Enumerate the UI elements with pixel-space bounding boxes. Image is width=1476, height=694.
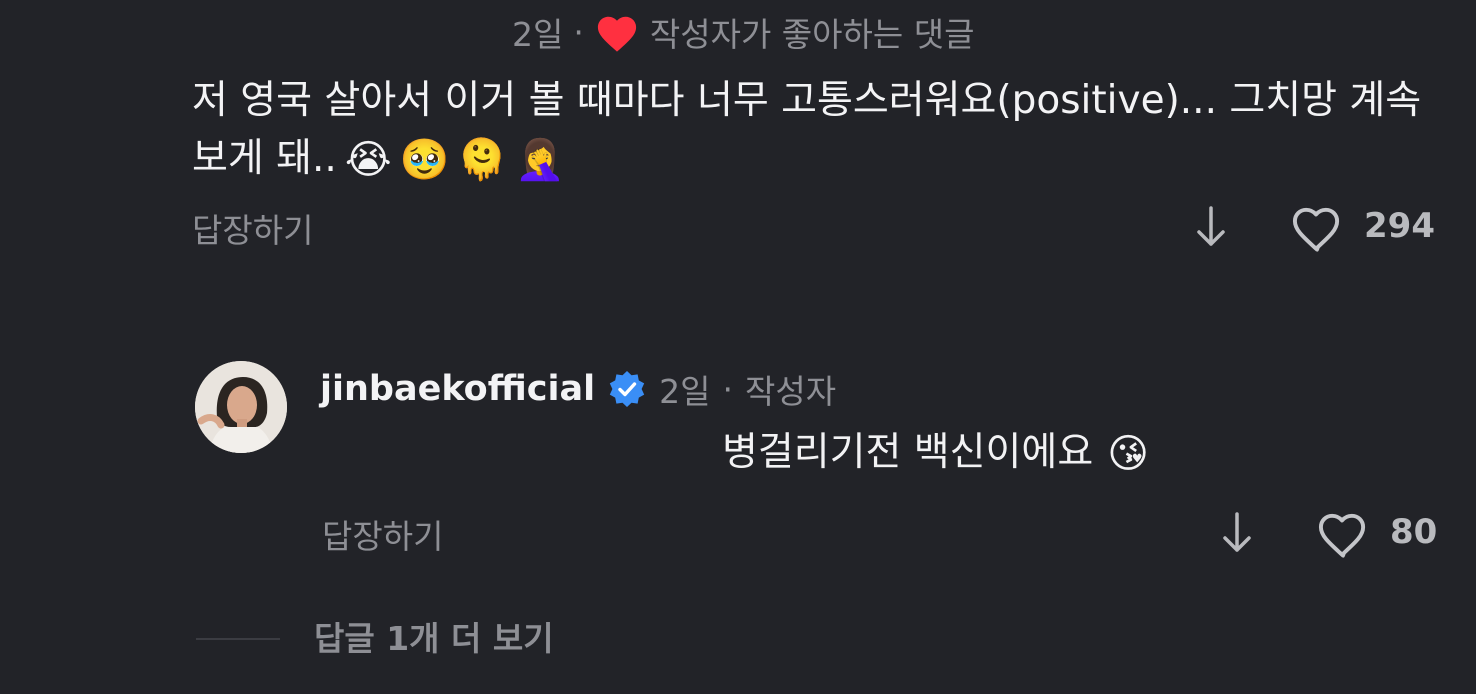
kissing-face-emoji: 😘 [1107, 431, 1149, 477]
downvote-arrow-icon[interactable] [1216, 508, 1258, 558]
avatar[interactable] [195, 361, 287, 453]
reply-button[interactable]: 답장하기 [322, 510, 443, 558]
reply-time: 2일 [659, 372, 711, 411]
reply-button[interactable]: 답장하기 [192, 204, 313, 252]
like-count: 80 [1390, 512, 1438, 552]
comment-body: 저 영국 살아서 이거 볼 때마다 너무 고통스러워요(positive)...… [192, 72, 1432, 188]
reply-text: 병걸리기전 백신이에요 [722, 430, 1094, 475]
reply-author-row: jinbaekofficial 2일 · 작성자 [320, 362, 836, 416]
facepalm-emoji: 🤦‍♀️ [515, 137, 566, 183]
divider [196, 638, 280, 640]
meta-separator: · [573, 12, 584, 52]
view-more-replies-button[interactable]: 답글 1개 더 보기 [314, 612, 554, 660]
downvote-arrow-icon[interactable] [1190, 202, 1232, 252]
melting-face-emoji: 🫠 [457, 137, 508, 183]
meta-separator: · [722, 369, 733, 409]
comment-meta: 2일 · 작성자가 좋아하는 댓글 [512, 8, 974, 56]
like-count: 294 [1364, 206, 1435, 246]
liked-by-author-label: 작성자가 좋아하는 댓글 [649, 15, 975, 54]
pleading-face-emoji: 🥹 [399, 137, 450, 183]
reply-body: 병걸리기전 백신이에요 😘 [722, 424, 1149, 482]
verified-badge-icon [607, 369, 647, 409]
author-tag: 작성자 [744, 372, 837, 411]
like-heart-outline-icon[interactable] [1286, 198, 1348, 256]
comment-time: 2일 [512, 15, 564, 54]
crying-face-emoji: 😭 [344, 137, 392, 183]
heart-icon [594, 11, 640, 53]
like-heart-outline-icon[interactable] [1312, 504, 1374, 562]
username[interactable]: jinbaekofficial [320, 369, 595, 409]
